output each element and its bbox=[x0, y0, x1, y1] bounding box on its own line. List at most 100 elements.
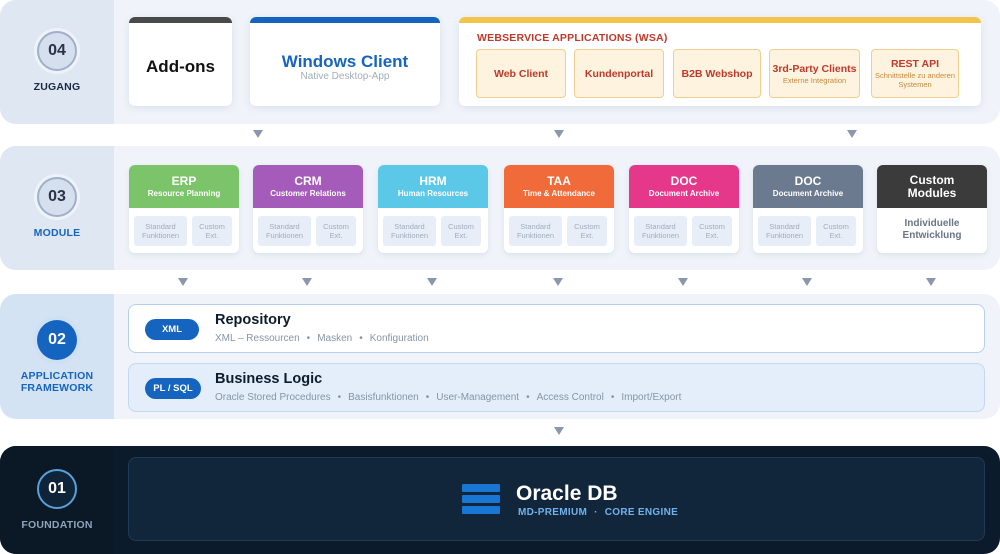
windows-client-title: Windows Client bbox=[281, 52, 409, 71]
module-header: CRM Customer Relations bbox=[253, 165, 363, 208]
windows-client-card[interactable]: Windows Client Native Desktop-App bbox=[250, 17, 440, 106]
module-taa[interactable]: TAA Time & Attendance Standard Funktione… bbox=[504, 165, 614, 253]
wsa-title: WEBSERVICE APPLICATIONS (WSA) bbox=[477, 32, 668, 44]
wsa-item-label: Kundenportal bbox=[584, 67, 654, 80]
module-title: HRM bbox=[419, 173, 447, 188]
module-custom-box: Custom Ext. bbox=[192, 216, 232, 246]
wsa-item-label: B2B Webshop bbox=[681, 67, 753, 80]
arrow-down-icon bbox=[427, 278, 437, 286]
business-logic-items: Oracle Stored Procedures • Basisfunktionen… bbox=[215, 392, 681, 403]
arrow-down-icon bbox=[553, 278, 563, 286]
module-title: ERP bbox=[171, 173, 197, 188]
module-standard-box: Standard Funktionen bbox=[258, 216, 311, 246]
logic-item: Access Control bbox=[536, 392, 604, 403]
layer-side: 04 ZUGANG bbox=[0, 0, 114, 124]
module-standard-box: Standard Funktionen bbox=[634, 216, 687, 246]
layer-content: ERP Resource Planning Standard Funktione… bbox=[114, 146, 1000, 270]
module-title: TAA bbox=[547, 173, 571, 188]
module-header: TAA Time & Attendance bbox=[504, 165, 614, 208]
layer-side: 03 MODULE bbox=[0, 146, 114, 270]
wsa-item-sub: Externe Integration bbox=[782, 75, 847, 85]
wsa-item-web-client[interactable]: Web Client bbox=[476, 49, 566, 98]
layer-label: FOUNDATION bbox=[21, 519, 93, 531]
windows-client-subtitle: Native Desktop-App bbox=[300, 71, 390, 82]
separator: • bbox=[425, 392, 430, 403]
module-subtitle: Time & Attendance bbox=[522, 188, 595, 198]
arrow-down-icon bbox=[302, 278, 312, 286]
module-standard-box: Standard Funktionen bbox=[134, 216, 187, 246]
module-subtitle: Document Archive bbox=[648, 188, 720, 198]
layer-number: 02 bbox=[37, 319, 77, 360]
module-custom-modules[interactable]: Custom Modules Individuelle Entwicklung bbox=[877, 165, 987, 253]
wsa-item-label: REST API bbox=[890, 58, 940, 70]
module-header: DOC Document Archive bbox=[753, 165, 863, 208]
module-hrm[interactable]: HRM Human Resources Standard Funktionen … bbox=[378, 165, 488, 253]
wsa-card: WEBSERVICE APPLICATIONS (WSA) Web Client… bbox=[459, 17, 981, 106]
arrow-down-icon bbox=[554, 427, 564, 435]
card-accent bbox=[250, 17, 440, 23]
wsa-item-b2b-webshop[interactable]: B2B Webshop bbox=[673, 49, 761, 98]
layer-number: 01 bbox=[37, 469, 77, 509]
logic-item: User-Management bbox=[436, 392, 520, 403]
module-doc[interactable]: DOC Document Archive Standard Funktionen… bbox=[629, 165, 739, 253]
module-subtitle: Human Resources bbox=[397, 188, 469, 198]
tag-separator: · bbox=[594, 507, 598, 518]
module-header: Custom Modules bbox=[877, 165, 987, 208]
layer-side: 01 FOUNDATION bbox=[0, 446, 114, 554]
module-standard-box: Standard Funktionen bbox=[383, 216, 436, 246]
module-custom-box: Custom Ext. bbox=[816, 216, 856, 246]
module-custom-box: Custom Ext. bbox=[692, 216, 732, 246]
layer-label: ZUGANG bbox=[33, 81, 81, 93]
oracle-db-title: Oracle DB bbox=[516, 482, 618, 505]
layer-content: Add-ons Windows Client Native Desktop-Ap… bbox=[114, 0, 1000, 124]
separator: • bbox=[526, 392, 530, 403]
layer-application-framework: 02 APPLICATION FRAMEWORK XML Repository … bbox=[0, 294, 1000, 419]
wsa-item-rest-api[interactable]: REST API Schnittstelle zu anderen System… bbox=[871, 49, 959, 98]
wsa-item-sub: Schnittstelle zu anderen Systemen bbox=[874, 71, 956, 89]
layer-label: APPLICATION FRAMEWORK bbox=[20, 369, 94, 394]
module-standard-box: Standard Funktionen bbox=[758, 216, 811, 246]
module-header: ERP Resource Planning bbox=[129, 165, 239, 208]
arrow-down-icon bbox=[554, 130, 564, 138]
logic-item: Oracle Stored Procedures bbox=[215, 392, 331, 403]
database-icon bbox=[462, 484, 500, 514]
oracle-db-panel[interactable]: Oracle DB MD-PREMIUM · CORE ENGINE bbox=[128, 457, 985, 541]
module-crm[interactable]: CRM Customer Relations Standard Funktion… bbox=[253, 165, 363, 253]
arrow-down-icon bbox=[802, 278, 812, 286]
addons-card[interactable]: Add-ons bbox=[129, 17, 232, 106]
db-tag: CORE ENGINE bbox=[604, 507, 679, 518]
repository-item: Konfiguration bbox=[369, 333, 429, 344]
separator: • bbox=[337, 392, 342, 403]
layer-module: 03 MODULE ERP Resource Planning Standard… bbox=[0, 146, 1000, 270]
layer-zugang: 04 ZUGANG Add-ons Windows Client Native … bbox=[0, 0, 1000, 124]
module-custom-box: Custom Ext. bbox=[567, 216, 607, 246]
business-logic-title: Business Logic bbox=[215, 371, 323, 387]
repository-item: Masken bbox=[317, 333, 353, 344]
wsa-item-label: 3rd-Party Clients bbox=[772, 62, 857, 75]
separator: • bbox=[610, 392, 615, 403]
module-subtitle: Document Archive bbox=[772, 188, 844, 198]
module-standard-box: Standard Funktionen bbox=[509, 216, 562, 246]
wsa-item-label: Web Client bbox=[493, 67, 549, 80]
plsql-pill: PL / SQL bbox=[145, 378, 201, 399]
module-subtitle: Resource Planning bbox=[147, 188, 221, 198]
business-logic-card[interactable]: PL / SQL Business Logic Oracle Stored Pr… bbox=[128, 363, 985, 412]
layer-number: 03 bbox=[37, 177, 77, 217]
separator: • bbox=[359, 333, 363, 344]
wsa-item-kundenportal[interactable]: Kundenportal bbox=[574, 49, 664, 98]
wsa-item-3rd-party-clients[interactable]: 3rd-Party Clients Externe Integration bbox=[769, 49, 860, 98]
repository-card[interactable]: XML Repository XML – Ressourcen • Masken • K… bbox=[128, 304, 985, 353]
arrow-down-icon bbox=[847, 130, 857, 138]
arrow-down-icon bbox=[253, 130, 263, 138]
module-erp[interactable]: ERP Resource Planning Standard Funktione… bbox=[129, 165, 239, 253]
module-custom-box: Custom Ext. bbox=[316, 216, 356, 246]
arrow-down-icon bbox=[178, 278, 188, 286]
module-doc-archive[interactable]: DOC Document Archive Standard Funktionen… bbox=[753, 165, 863, 253]
layer-label: MODULE bbox=[33, 227, 81, 239]
module-header: DOC Document Archive bbox=[629, 165, 739, 208]
module-custom-box: Custom Ext. bbox=[441, 216, 481, 246]
oracle-db-tags: MD-PREMIUM · CORE ENGINE bbox=[518, 507, 678, 518]
layer-number: 04 bbox=[37, 31, 77, 71]
db-tag: MD-PREMIUM bbox=[518, 507, 588, 518]
repository-item: XML – Ressourcen bbox=[215, 333, 300, 344]
